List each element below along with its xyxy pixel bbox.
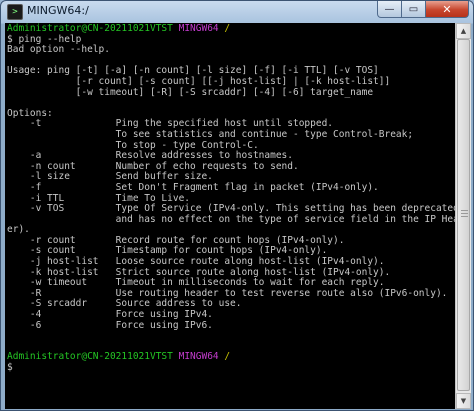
maximize-button[interactable]: ▭ (402, 1, 426, 18)
terminal-window: > MINGW64:/ — ▭ ✕ Administrator@CN-20211… (0, 0, 474, 411)
terminal-icon[interactable]: > (7, 4, 23, 20)
prompt-line-current: Administrator@CN-20211021VTST MINGW64 / (7, 352, 455, 363)
terminal-output-area[interactable]: Administrator@CN-20211021VTST MINGW64 /$… (5, 23, 455, 409)
output-line: To see statistics and continue - type Co… (7, 128, 414, 140)
scroll-down-arrow-icon[interactable]: ▼ (456, 393, 471, 409)
prompt-user-host: Administrator@CN-20211021VTST (7, 351, 173, 363)
output-line: Bad option --help. (7, 44, 110, 56)
output-line: [-r count] [-s count] [[-j host-list] | … (7, 75, 391, 87)
window-title: MINGW64:/ (27, 4, 89, 17)
title-bar[interactable]: > MINGW64:/ — ▭ ✕ (1, 1, 473, 22)
output-line: [-w timeout] [-R] [-S srcaddr] [-4] [-6]… (7, 86, 374, 98)
terminal-content: Administrator@CN-20211021VTST MINGW64 /$… (7, 23, 455, 374)
close-button[interactable]: ✕ (426, 1, 469, 18)
prompt-user-host: Administrator@CN-20211021VTST (7, 23, 173, 34)
caption-buttons: — ▭ ✕ (377, 1, 469, 19)
minimize-button[interactable]: — (377, 1, 402, 18)
prompt-path: / (224, 351, 231, 363)
output-line: -6 Force using IPv6. (7, 319, 213, 331)
output-line: and has no effect on the type of service… (7, 213, 455, 225)
scroll-up-arrow-icon[interactable]: ▲ (456, 23, 471, 39)
output-line: -f Set Don't Fragment flag in packet (IP… (7, 181, 379, 193)
vertical-scrollbar[interactable]: ▲ ▼ (455, 23, 471, 409)
grip-icon (461, 210, 468, 218)
command-output: Bad option --help. Usage: ping [-t] [-a] … (7, 45, 455, 352)
scroll-thumb[interactable] (457, 39, 470, 391)
prompt-env: MINGW64 (178, 23, 219, 34)
input-line[interactable]: $ (7, 362, 455, 374)
prompt-path: / (224, 23, 231, 34)
prompt-env: MINGW64 (178, 351, 219, 363)
prompt-line: Administrator@CN-20211021VTST MINGW64 / (7, 23, 455, 35)
